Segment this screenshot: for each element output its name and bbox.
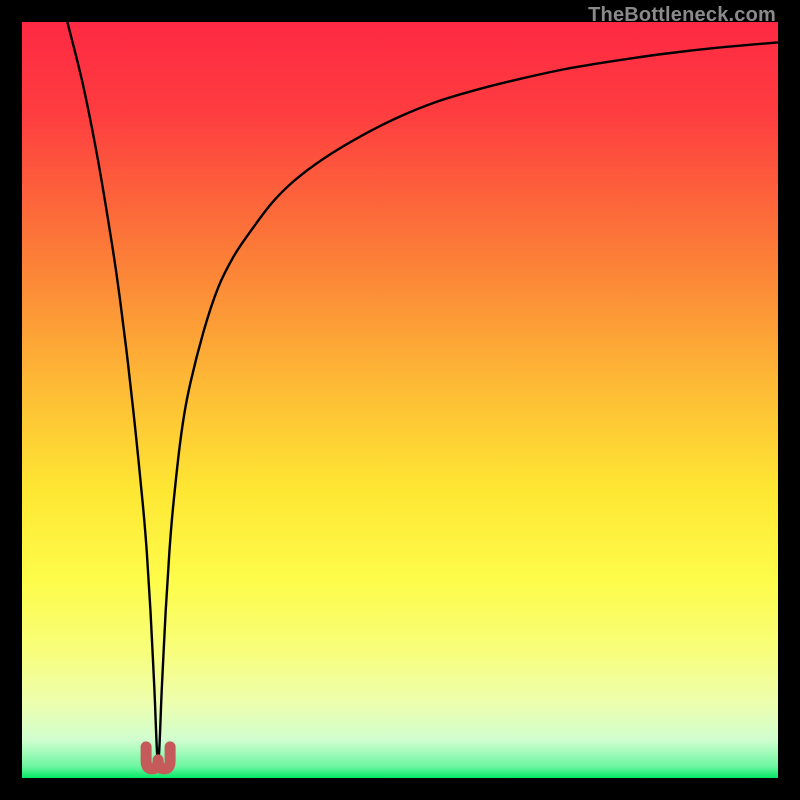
gradient-background <box>22 22 778 778</box>
chart-frame <box>22 22 778 778</box>
watermark-text: TheBottleneck.com <box>588 4 776 27</box>
chart-plot <box>22 22 778 778</box>
